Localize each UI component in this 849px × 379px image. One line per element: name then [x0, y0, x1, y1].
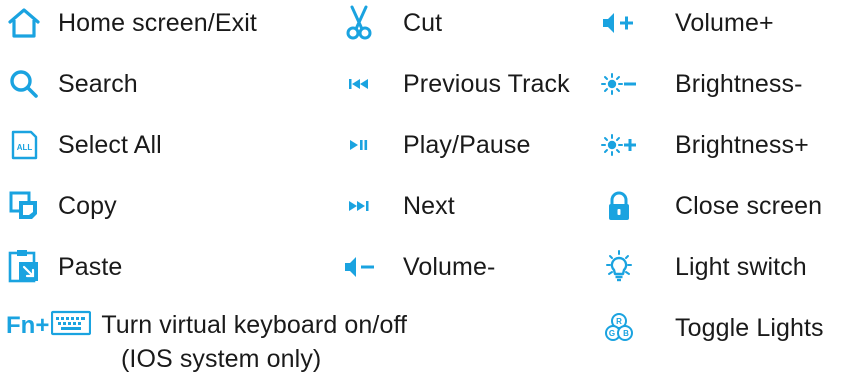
rgb-lights-icon: R G B [601, 310, 637, 346]
lock-icon [601, 188, 637, 224]
shortcut-select-all: ALL Select All [6, 125, 162, 165]
shortcut-virtual-keyboard: Fn+ Turn virtual keyboard on/off [6, 308, 407, 343]
brightness-up-icon [601, 127, 637, 163]
scissors-icon [341, 5, 377, 41]
previous-track-icon [341, 66, 377, 102]
shortcut-next-track: Next [341, 186, 455, 226]
shortcut-label: Search [58, 69, 138, 98]
play-pause-icon [341, 127, 377, 163]
shortcut-label: Light switch [675, 252, 807, 281]
next-track-icon [341, 188, 377, 224]
shortcut-volume-down: Volume- [341, 247, 495, 287]
shortcut-label: Paste [58, 252, 123, 281]
fn-prefix: Fn+ [6, 311, 50, 339]
select-all-icon: ALL [6, 127, 42, 163]
shortcut-search: Search [6, 64, 138, 104]
shortcut-label: Close screen [675, 191, 823, 220]
shortcut-label: Select All [58, 130, 162, 159]
shortcut-cut: Cut [341, 3, 442, 43]
light-bulb-icon [601, 249, 637, 285]
note-text: (IOS system only) [121, 344, 322, 373]
rgb-badge-g: G [609, 329, 615, 338]
shortcut-label: Brightness+ [675, 130, 809, 159]
select-all-badge: ALL [17, 143, 33, 152]
shortcut-brightness-up: Brightness+ [601, 125, 809, 165]
virtual-keyboard-note: (IOS system only) [121, 339, 321, 379]
shortcut-brightness-down: Brightness- [601, 64, 803, 104]
shortcut-label: Brightness- [675, 69, 803, 98]
shortcut-label: Toggle Lights [675, 313, 824, 342]
paste-icon [6, 249, 42, 285]
home-icon [6, 5, 42, 41]
shortcut-label: Volume+ [675, 8, 774, 37]
shortcut-previous-track: Previous Track [341, 64, 570, 104]
shortcut-label: Cut [403, 8, 443, 37]
copy-icon [6, 188, 42, 224]
shortcut-label: Copy [58, 191, 117, 220]
shortcut-label: Volume- [403, 252, 496, 281]
shortcut-volume-up: Volume+ [601, 3, 774, 43]
shortcut-label: Play/Pause [403, 130, 531, 159]
search-icon [6, 66, 42, 102]
shortcut-paste: Paste [6, 247, 122, 287]
shortcut-copy: Copy [6, 186, 117, 226]
shortcut-label: Turn virtual keyboard on/off [101, 311, 408, 339]
rgb-badge-r: R [616, 317, 622, 326]
brightness-down-icon [601, 66, 637, 102]
shortcut-label: Home screen/Exit [58, 8, 257, 37]
shortcut-play-pause: Play/Pause [341, 125, 530, 165]
volume-up-icon [601, 5, 637, 41]
shortcut-label: Previous Track [403, 69, 570, 98]
volume-down-icon [341, 249, 377, 285]
shortcut-toggle-lights: R G B Toggle Lights [601, 308, 824, 348]
shortcut-label: Next [403, 191, 455, 220]
keyboard-icon [51, 308, 92, 343]
shortcut-light-switch: Light switch [601, 247, 807, 287]
shortcut-home: Home screen/Exit [6, 3, 257, 43]
rgb-badge-b: B [623, 329, 629, 338]
shortcut-close-screen: Close screen [601, 186, 822, 226]
